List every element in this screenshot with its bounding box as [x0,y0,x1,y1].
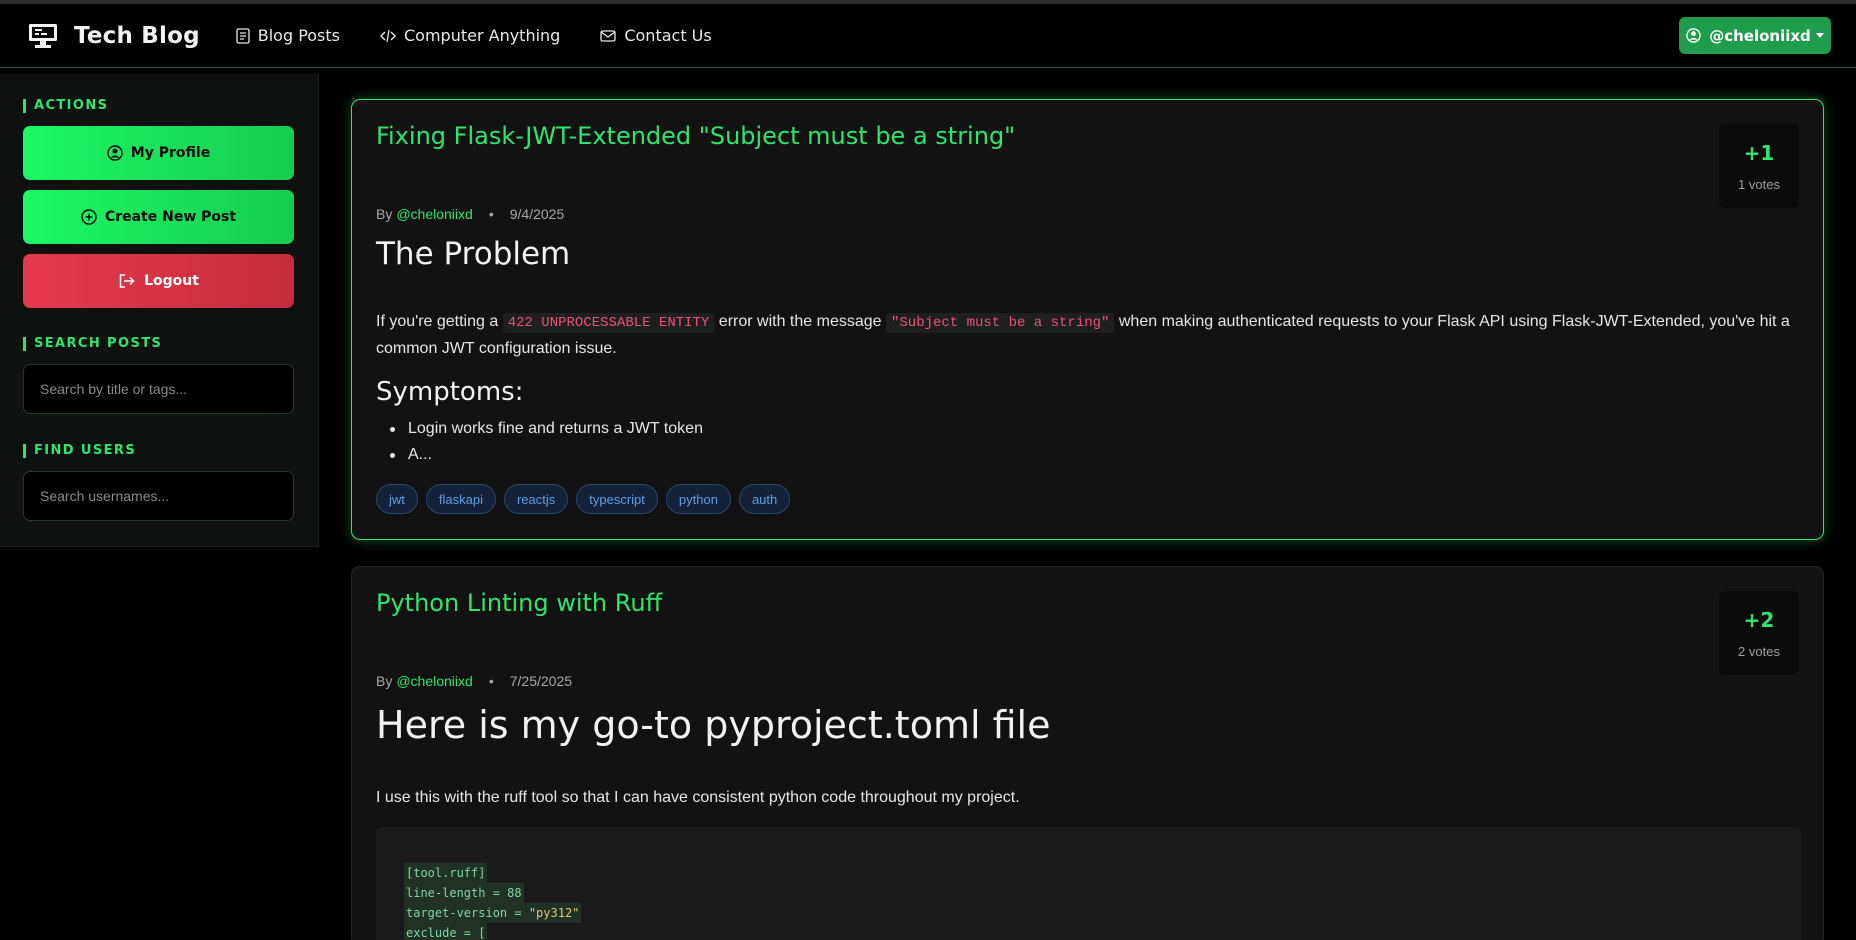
search-posts-input[interactable] [23,364,294,414]
nav-blog-posts[interactable]: Blog Posts [236,26,340,45]
tag-chip[interactable]: flaskapi [425,484,496,514]
my-profile-label: My Profile [130,145,211,161]
nav-computer-anything[interactable]: Computer Anything [380,26,560,45]
post-card: Python Linting with Ruff +2 2 votes By @… [351,566,1824,940]
create-new-post-label: Create New Post [104,209,237,225]
code-icon [380,29,396,42]
actions-heading: ACTIONS [23,99,108,113]
author-link[interactable]: @cheloniixd [396,206,472,222]
sidebar: ACTIONS My Profile Create New Post Logou… [0,74,319,547]
post-subheading: Symptoms: [376,377,524,407]
by-label: By [376,206,393,222]
nav-contact-us-label: Contact Us [624,26,712,45]
create-new-post-button[interactable]: Create New Post [23,190,294,244]
vote-count: 1 votes [1738,177,1780,192]
chevron-down-icon [1815,33,1824,38]
inline-code: 422 UNPROCESSABLE ENTITY [502,313,715,333]
post-paragraph: If you're getting a 422 UNPROCESSABLE EN… [376,309,1801,362]
post-meta: By @cheloniixd • 9/4/2025 [376,206,564,222]
user-menu-label: @cheloniixd [1709,26,1811,45]
vote-box: +1 1 votes [1719,124,1799,208]
post-heading: The Problem [376,236,571,272]
tag-list: jwt flaskapi reactjs typescript python a… [376,484,798,514]
vote-score: +1 [1743,141,1775,165]
vote-count: 2 votes [1738,644,1780,659]
post-meta: By @cheloniixd • 7/25/2025 [376,673,572,689]
post-title[interactable]: Fixing Flask-JWT-Extended "Subject must … [376,122,1015,150]
code-line: line-length = 88 [404,883,524,903]
brand[interactable]: Tech Blog [28,23,200,49]
vote-box: +2 2 votes [1719,591,1799,675]
logout-button[interactable]: Logout [23,254,294,308]
author-link[interactable]: @cheloniixd [396,673,472,689]
search-posts-heading: SEARCH POSTS [23,337,162,351]
tag-chip[interactable]: typescript [576,484,658,514]
meta-separator: • [488,206,494,222]
code-line: target-version = "py312" [404,903,582,923]
logout-label: Logout [144,273,199,289]
search-users-input[interactable] [23,471,294,521]
nav-blog-posts-label: Blog Posts [257,26,340,45]
plus-circle-icon [81,209,97,225]
nav-contact-us[interactable]: Contact Us [600,26,712,45]
post-date: 7/25/2025 [509,673,573,689]
logout-icon [119,274,135,288]
document-icon [236,27,250,44]
find-users-heading: FIND USERS [23,444,136,458]
list-item: Login works fine and returns a JWT token [376,416,703,442]
user-menu-button[interactable]: @cheloniixd [1679,17,1831,54]
nav-computer-anything-label: Computer Anything [404,26,561,45]
tag-chip[interactable]: reactjs [503,484,569,514]
tag-chip[interactable]: auth [738,484,791,514]
post-date: 9/4/2025 [509,206,565,222]
tag-chip[interactable]: python [665,484,731,514]
symptoms-list: Login works fine and returns a JWT token… [376,416,703,468]
code-block: [tool.ruff] line-length = 88 target-vers… [376,827,1801,940]
code-line: [tool.ruff] [404,863,488,883]
user-circle-icon [1686,28,1701,43]
my-profile-button[interactable]: My Profile [23,126,294,180]
list-item: A... [376,442,703,468]
navbar: Tech Blog Blog Posts Computer Anything C… [0,4,1856,68]
code-string: "py312" [528,906,580,920]
desktop-computer-icon [29,23,57,48]
inline-code: "Subject must be a string" [885,313,1115,333]
envelope-icon [600,29,616,42]
code-line: exclude = [ [404,923,488,940]
paragraph-text: error with the message [718,313,882,330]
code-key: target-version = [406,906,529,920]
nav-links: Blog Posts Computer Anything Contact Us [236,26,752,45]
post-card: Fixing Flask-JWT-Extended "Subject must … [351,99,1824,540]
by-label: By [376,673,393,689]
tag-chip[interactable]: jwt [376,484,418,514]
post-paragraph: I use this with the ruff tool so that I … [376,789,1020,806]
meta-separator: • [488,673,494,689]
post-heading: Here is my go-to pyproject.toml file [376,703,1051,747]
post-title[interactable]: Python Linting with Ruff [376,589,662,617]
vote-score: +2 [1743,608,1775,632]
user-circle-icon [107,145,123,161]
brand-title: Tech Blog [74,22,200,49]
paragraph-text: If you're getting a [376,313,499,330]
